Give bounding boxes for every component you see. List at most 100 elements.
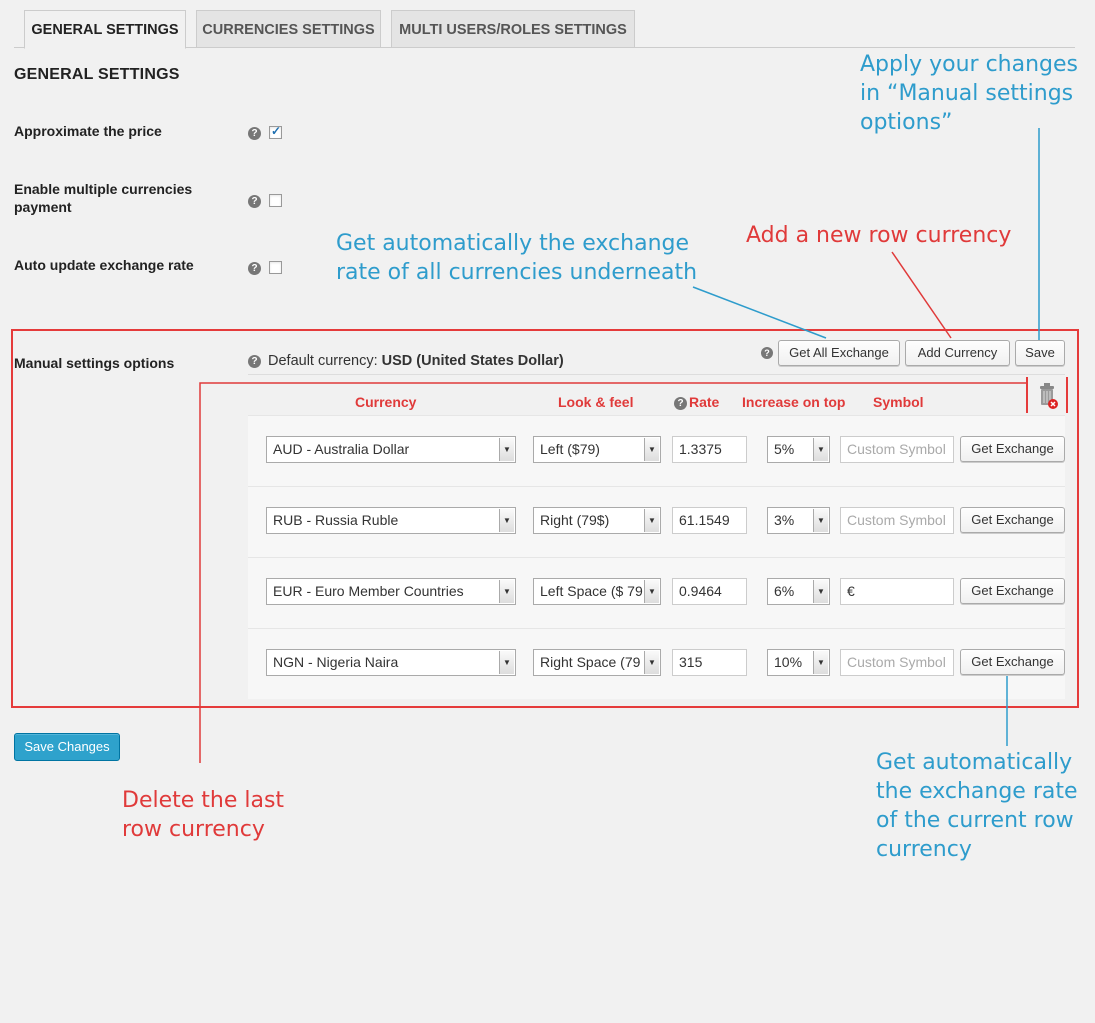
get-all-exchange-button[interactable]: Get All Exchange: [778, 340, 900, 366]
currency-select-value: EUR - Euro Member Countries: [273, 583, 464, 599]
look-feel-select[interactable]: Right Space (79 ▼: [533, 649, 661, 676]
increase-select[interactable]: 10% ▼: [767, 649, 830, 676]
save-button[interactable]: Save: [1015, 340, 1065, 366]
help-icon[interactable]: ?: [248, 355, 261, 368]
annotation-line: Get automatically: [876, 750, 1073, 775]
look-feel-select[interactable]: Right (79$) ▼: [533, 507, 661, 534]
annotation-line: currency: [876, 837, 972, 862]
chevron-down-icon: ▼: [644, 509, 659, 532]
column-header-look-feel: Look & feel: [558, 394, 634, 410]
annotation-line: options”: [860, 110, 953, 135]
checkmark-icon: ✓: [271, 124, 282, 138]
increase-value: 3%: [774, 512, 795, 528]
look-feel-select[interactable]: Left ($79) ▼: [533, 436, 661, 463]
add-currency-button[interactable]: Add Currency: [905, 340, 1010, 366]
multiple-currencies-label-line2: payment: [14, 199, 72, 215]
rate-input[interactable]: 315: [672, 649, 747, 676]
look-feel-value: Left ($79): [540, 441, 600, 457]
currency-select[interactable]: AUD - Australia Dollar ▼: [266, 436, 516, 463]
help-icon[interactable]: ?: [248, 262, 261, 275]
chevron-down-icon: ▼: [813, 651, 828, 674]
help-icon[interactable]: ?: [761, 347, 773, 359]
help-icon[interactable]: ?: [248, 127, 261, 140]
look-feel-value: Right (79$): [540, 512, 610, 528]
delete-last-row-button[interactable]: [1026, 377, 1068, 413]
annotation-line: Get automatically the exchange: [336, 231, 690, 256]
chevron-down-icon: ▼: [813, 438, 828, 461]
help-icon[interactable]: ?: [674, 397, 687, 410]
column-header-currency: Currency: [355, 394, 417, 410]
currency-select-value: AUD - Australia Dollar: [273, 441, 410, 457]
page-title: GENERAL SETTINGS: [14, 66, 180, 83]
manual-settings-label: Manual settings options: [14, 355, 175, 371]
increase-value: 10%: [774, 654, 803, 670]
annotation-get-all-exchange: Get automatically the exchange rate of a…: [336, 229, 697, 287]
increase-value: 6%: [774, 583, 795, 599]
annotation-line: Apply your changes: [860, 52, 1078, 77]
chevron-down-icon: ▼: [499, 509, 514, 532]
look-feel-select[interactable]: Left Space ($ 79 ▼: [533, 578, 661, 605]
rate-input[interactable]: 0.9464: [672, 578, 747, 605]
column-header-increase: Increase on top: [742, 394, 846, 410]
multiple-currencies-label-line1: Enable multiple currencies: [14, 181, 193, 197]
look-feel-value: Left Space ($ 79: [540, 583, 643, 599]
increase-select[interactable]: 3% ▼: [767, 507, 830, 534]
annotation-line: Add a new row currency: [746, 223, 1012, 248]
column-header-rate: Rate: [689, 394, 720, 410]
chevron-down-icon: ▼: [499, 651, 514, 674]
auto-update-label: Auto update exchange rate: [14, 257, 194, 273]
annotation-add-row: Add a new row currency: [746, 221, 1011, 250]
annotation-line: the exchange rate: [876, 779, 1078, 804]
trash-icon: [1040, 383, 1058, 409]
currency-select[interactable]: RUB - Russia Ruble ▼: [266, 507, 516, 534]
column-header-symbol: Symbol: [873, 394, 924, 410]
chevron-down-icon: ▼: [813, 509, 828, 532]
auto-update-checkbox[interactable]: [269, 261, 282, 274]
symbol-input[interactable]: Custom Symbol: [840, 649, 954, 676]
tab-general-settings[interactable]: GENERAL SETTINGS: [24, 10, 186, 49]
increase-value: 5%: [774, 441, 795, 457]
default-currency-prefix: Default currency:: [268, 353, 378, 369]
annotation-get-row-exchange: Get automatically the exchange rate of t…: [876, 748, 1078, 864]
default-currency-value: USD (United States Dollar): [381, 353, 564, 369]
annotation-apply-changes: Apply your changes in “Manual settings o…: [860, 50, 1078, 137]
tab-multi-users-roles-settings[interactable]: MULTI USERS/ROLES SETTINGS: [391, 10, 635, 48]
rate-input[interactable]: 1.3375: [672, 436, 747, 463]
currency-select-value: NGN - Nigeria Naira: [273, 654, 399, 670]
approximate-price-label: Approximate the price: [14, 123, 162, 139]
increase-select[interactable]: 5% ▼: [767, 436, 830, 463]
save-changes-button[interactable]: Save Changes: [14, 733, 120, 761]
currency-select[interactable]: EUR - Euro Member Countries ▼: [266, 578, 516, 605]
chevron-down-icon: ▼: [644, 651, 659, 674]
chevron-down-icon: ▼: [499, 438, 514, 461]
chevron-down-icon: ▼: [499, 580, 514, 603]
currency-select[interactable]: NGN - Nigeria Naira ▼: [266, 649, 516, 676]
divider: [248, 374, 1065, 375]
annotation-line: rate of all currencies underneath: [336, 260, 698, 285]
help-icon[interactable]: ?: [248, 195, 261, 208]
annotation-line: of the current row: [876, 808, 1074, 833]
look-feel-value: Right Space (79: [540, 654, 641, 670]
symbol-input[interactable]: Custom Symbol: [840, 507, 954, 534]
connector-add-row: [891, 251, 952, 339]
chevron-down-icon: ▼: [644, 438, 659, 461]
annotation-delete-last-row: Delete the last row currency: [122, 786, 284, 844]
tab-currencies-settings[interactable]: CURRENCIES SETTINGS: [196, 10, 381, 48]
get-exchange-button[interactable]: Get Exchange: [960, 649, 1065, 675]
annotation-line: in “Manual settings: [860, 81, 1074, 106]
get-exchange-button[interactable]: Get Exchange: [960, 436, 1065, 462]
symbol-input[interactable]: Custom Symbol: [840, 436, 954, 463]
get-exchange-button[interactable]: Get Exchange: [960, 578, 1065, 604]
chevron-down-icon: ▼: [813, 580, 828, 603]
annotation-line: Delete the last: [122, 788, 285, 813]
get-exchange-button[interactable]: Get Exchange: [960, 507, 1065, 533]
currency-select-value: RUB - Russia Ruble: [273, 512, 399, 528]
multiple-currencies-checkbox[interactable]: [269, 194, 282, 207]
rate-input[interactable]: 61.1549: [672, 507, 747, 534]
approximate-price-checkbox[interactable]: ✓: [269, 124, 282, 139]
chevron-down-icon: ▼: [644, 580, 659, 603]
annotation-line: row currency: [122, 817, 265, 842]
symbol-input[interactable]: €: [840, 578, 954, 605]
multiple-currencies-label: Enable multiple currencies payment: [14, 180, 192, 216]
increase-select[interactable]: 6% ▼: [767, 578, 830, 605]
